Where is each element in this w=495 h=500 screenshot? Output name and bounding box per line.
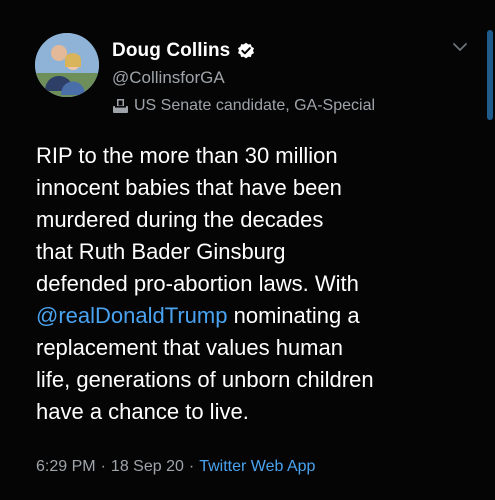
tweet-text-line: defended pro-abortion laws. With [36, 271, 359, 296]
tweet-text: RIP to the more than 30 million innocent… [36, 140, 484, 428]
tweet-text-line: life, generations of unborn children [36, 367, 374, 392]
tweet-text-segment: nominating a [227, 303, 360, 328]
tweet-metadata: 6:29 PM · 18 Sep 20 · Twitter Web App [36, 458, 315, 476]
tweet-time[interactable]: 6:29 PM [36, 458, 96, 476]
tweet-date[interactable]: 18 Sep 20 [111, 458, 184, 476]
account-label: US Senate candidate, GA-Special [112, 97, 375, 115]
author-name-row: Doug Collins [112, 40, 255, 62]
tweet-text-line: RIP to the more than 30 million [36, 143, 338, 168]
tweet-text-line: replacement that values human [36, 335, 343, 360]
scrollbar[interactable] [487, 30, 493, 120]
account-label-text: US Senate candidate, GA-Special [134, 97, 376, 114]
avatar[interactable] [35, 33, 99, 97]
mention-link[interactable]: @realDonaldTrump [36, 303, 227, 328]
tweet-text-line: @realDonaldTrump nominating a [36, 300, 484, 332]
tweet-card: Doug Collins @CollinsforGA US Senate can… [0, 0, 495, 500]
chevron-down-icon[interactable] [452, 40, 468, 52]
author-display-name[interactable]: Doug Collins [112, 40, 230, 62]
verified-badge-icon [237, 42, 255, 60]
ballot-box-icon [112, 98, 129, 114]
meta-separator: · [100, 458, 106, 475]
author-handle[interactable]: @CollinsforGA [112, 68, 225, 88]
tweet-text-line: murdered during the decades [36, 207, 324, 232]
tweet-text-line: innocent babies that have been [36, 175, 342, 200]
meta-separator: · [188, 458, 195, 475]
tweet-text-line: that Ruth Bader Ginsburg [36, 239, 286, 264]
tweet-text-line: have a chance to live. [36, 399, 249, 424]
tweet-source-link[interactable]: Twitter Web App [199, 458, 315, 476]
